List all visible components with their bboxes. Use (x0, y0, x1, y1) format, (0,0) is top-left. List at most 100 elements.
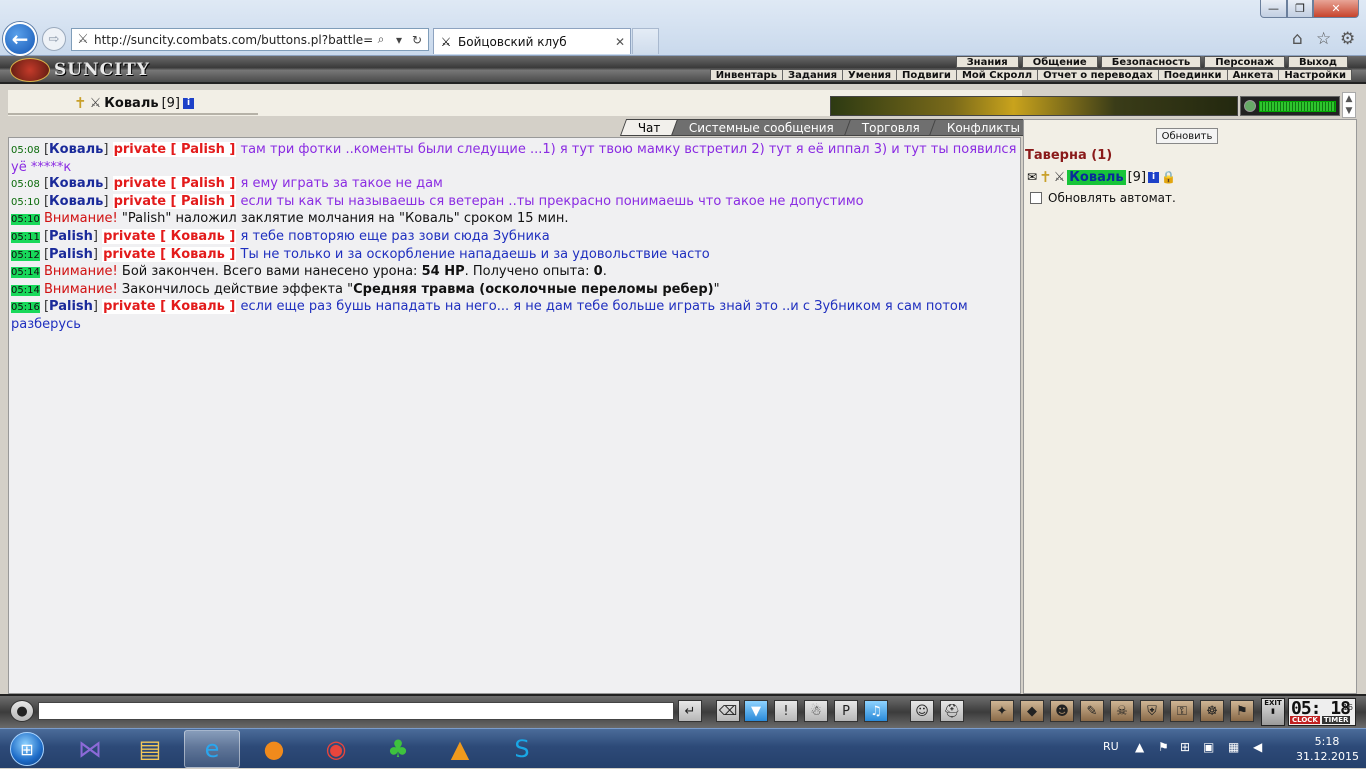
flag-button[interactable]: ⚑ (1230, 700, 1254, 722)
address-bar[interactable]: ⚔ http://suncity.combats.com/buttons.pl?… (71, 28, 429, 51)
message-time[interactable]: 05:14 (11, 267, 40, 279)
private-tag[interactable]: private [ Коваль ] (102, 299, 237, 315)
chat-mode-button[interactable]: ● (10, 700, 34, 722)
clan-icon[interactable]: ⚔ (1054, 170, 1066, 185)
shield-button[interactable]: ⛨ (1140, 700, 1164, 722)
windows-tray-icon[interactable]: ⊞ (1180, 740, 1190, 754)
translit-button[interactable]: P (834, 700, 858, 722)
info-icon[interactable]: i (183, 97, 194, 109)
sub-nav-quests[interactable]: Задания (782, 70, 842, 81)
taskbar-app-aimp[interactable]: ▲ (432, 730, 488, 768)
dropdown-icon[interactable]: ▾ (390, 33, 408, 47)
nav-security[interactable]: Безопасность (1100, 56, 1202, 68)
nav-character[interactable]: Персонаж (1204, 56, 1285, 68)
taskbar-app-vs[interactable]: ⋈ (62, 730, 118, 768)
address-text[interactable]: http://suncity.combats.com/buttons.pl?ba… (94, 33, 372, 47)
sub-nav-my-scroll[interactable]: Мой Скролл (955, 70, 1037, 81)
private-tag[interactable]: private [ Palish ] (112, 142, 237, 157)
tab-system-messages[interactable]: Системные сообщения (670, 119, 852, 136)
refresh-button[interactable]: Обновить (1156, 128, 1218, 144)
tab-chat[interactable]: Чат (619, 119, 679, 136)
back-button[interactable]: ← (3, 22, 37, 56)
helmet-button[interactable]: ⛑ (940, 700, 964, 722)
system-messages-button[interactable]: ! (774, 700, 798, 722)
message-time[interactable]: 05:10 (11, 197, 40, 208)
sub-nav-transfer-report[interactable]: Отчет о переводах (1037, 70, 1158, 81)
message-time[interactable]: 05:08 (11, 145, 40, 156)
message-nick[interactable]: Palish (49, 229, 93, 244)
exit-button[interactable]: EXIT ▮ (1261, 698, 1285, 726)
bag-button[interactable]: ◆ (1020, 700, 1044, 722)
home-icon[interactable]: ⌂ (1292, 29, 1303, 49)
message-time[interactable]: 05:14 (11, 284, 40, 296)
flag-icon[interactable]: ⚑ (1158, 740, 1169, 754)
close-tab-icon[interactable]: ✕ (610, 35, 630, 49)
timer-label[interactable]: TIMER (1321, 716, 1351, 724)
tray-expand-icon[interactable]: ▲ (1135, 740, 1144, 754)
new-tab-button[interactable] (632, 28, 659, 54)
smiles-button[interactable]: ☺ (910, 700, 934, 722)
maximize-button[interactable]: ❐ (1287, 0, 1313, 18)
private-message-icon[interactable]: ✉ (1027, 170, 1037, 184)
sub-nav-settings[interactable]: Настройки (1278, 70, 1351, 81)
sound-button[interactable]: ♫ (864, 700, 888, 722)
game-logo[interactable]: SUNCITY (10, 56, 150, 84)
auto-refresh-checkbox[interactable] (1030, 192, 1042, 204)
message-time[interactable]: 05:10 (11, 214, 40, 226)
language-indicator[interactable]: RU (1103, 740, 1119, 753)
status-icon[interactable] (1244, 100, 1256, 112)
gear-icon[interactable]: ⚙ (1340, 29, 1355, 49)
private-tag[interactable]: private [ Коваль ] (102, 228, 237, 244)
forward-button[interactable]: ⇨ (42, 27, 66, 51)
scroll-button[interactable]: ✎ (1080, 700, 1104, 722)
nav-communication[interactable]: Общение (1021, 56, 1098, 68)
lock-button[interactable]: ⚿ (1170, 700, 1194, 722)
message-time[interactable]: 05:11 (11, 231, 40, 243)
room-user-name[interactable]: Коваль (1067, 169, 1126, 185)
sub-nav-duels[interactable]: Поединки (1157, 70, 1227, 81)
private-tag[interactable]: private [ Коваль ] (102, 246, 237, 262)
taskbar-app-skype[interactable]: S (494, 730, 550, 768)
send-button[interactable]: ↵ (678, 700, 702, 722)
scrollbar[interactable]: ▲ ▼ (1342, 92, 1356, 118)
sub-nav-inventory[interactable]: Инвентарь (711, 70, 782, 81)
nav-exit[interactable]: Выход (1287, 56, 1348, 68)
device-icon[interactable]: ▣ (1203, 740, 1214, 754)
message-nick[interactable]: Коваль (49, 142, 103, 157)
mask-button[interactable]: ☻ (1050, 700, 1074, 722)
message-time[interactable]: 05:08 (11, 179, 40, 190)
search-icon[interactable]: ⌕ (372, 32, 390, 47)
nav-knowledge[interactable]: Знания (955, 56, 1019, 68)
clock-label[interactable]: CLOCK (1290, 716, 1320, 724)
fight-button[interactable]: ☃ (804, 700, 828, 722)
message-nick[interactable]: Коваль (49, 194, 103, 209)
private-tag[interactable]: private [ Palish ] (112, 193, 237, 209)
message-nick[interactable]: Palish (49, 299, 93, 314)
taskbar-app-clover[interactable]: ♣ (370, 730, 426, 768)
browser-tab[interactable]: ⚔ Бойцовский клуб ✕ (433, 28, 631, 54)
message-nick[interactable]: Коваль (49, 176, 103, 191)
tab-trade[interactable]: Торговля (843, 119, 938, 136)
star-icon[interactable]: ☆ (1316, 29, 1331, 49)
volume-icon[interactable]: ◀ (1253, 740, 1262, 754)
message-time[interactable]: 05:12 (11, 249, 40, 261)
taskbar-app-chrome[interactable]: ◉ (308, 730, 364, 768)
system-clock[interactable]: 5:18 31.12.2015 (1296, 734, 1359, 764)
close-window-button[interactable]: ✕ (1313, 0, 1359, 18)
sub-nav-feats[interactable]: Подвиги (896, 70, 956, 81)
filter-button[interactable]: ▼ (744, 700, 768, 722)
clan-icon[interactable]: ⚔ (90, 96, 102, 111)
minimize-button[interactable]: — (1260, 0, 1287, 18)
start-button[interactable]: ⊞ (2, 729, 52, 769)
message-nick[interactable]: Palish (49, 247, 93, 262)
chat-input[interactable] (38, 702, 674, 720)
info-icon[interactable]: i (1148, 171, 1160, 183)
sub-nav-skills[interactable]: Умения (842, 70, 896, 81)
sub-nav-profile[interactable]: Анкета (1226, 70, 1279, 81)
taskbar-app-firefox[interactable]: ● (246, 730, 302, 768)
message-time[interactable]: 05:16 (11, 302, 40, 314)
magic-button[interactable]: ✦ (990, 700, 1014, 722)
network-icon[interactable]: ▦ (1228, 740, 1239, 754)
taskbar-app-ie[interactable]: e (184, 730, 240, 768)
user-name[interactable]: Коваль (104, 96, 158, 111)
